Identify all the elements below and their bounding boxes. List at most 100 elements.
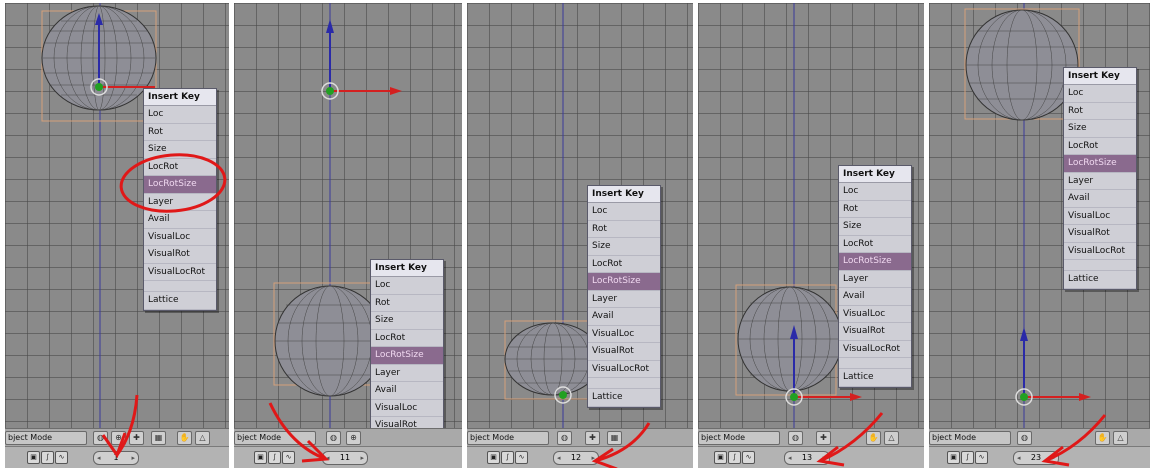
window-type-icon[interactable]: ▣ xyxy=(254,451,267,464)
object-center[interactable] xyxy=(1020,393,1028,401)
insert-key-menu[interactable]: Insert Key Loc Rot Size LocRot LocRotSiz… xyxy=(838,165,912,388)
curve-icon[interactable]: ∿ xyxy=(282,451,295,464)
menu-item-avail[interactable]: Avail xyxy=(371,382,443,400)
menu-item-rot[interactable]: Rot xyxy=(371,295,443,312)
menu-item-visualloc[interactable]: VisualLoc xyxy=(144,229,216,246)
menu-item-locrotsize[interactable]: LocRotSize xyxy=(144,176,216,194)
insert-key-menu[interactable]: Insert Key Loc Rot Size LocRot LocRotSiz… xyxy=(143,88,217,311)
menu-item-visualloc[interactable]: VisualLoc xyxy=(1064,208,1136,225)
insert-key-menu[interactable]: Insert Key Loc Rot Size LocRot LocRotSiz… xyxy=(1063,67,1137,290)
viewport-panel-5[interactable]: Insert Key Loc Rot Size LocRot LocRotSiz… xyxy=(929,3,1150,468)
menu-item-size[interactable]: Size xyxy=(588,238,660,256)
menu-item-visualrot[interactable]: VisualRot xyxy=(144,246,216,264)
object-center[interactable] xyxy=(559,391,567,399)
viewport-panel-1[interactable]: Insert Key Loc Rot Size LocRot LocRotSiz… xyxy=(5,3,229,468)
mode-select[interactable]: bject Mode xyxy=(929,431,1011,445)
window-type-icon[interactable]: ▣ xyxy=(714,451,727,464)
menu-item-lattice[interactable]: Lattice xyxy=(1064,271,1136,289)
menu-item-loc[interactable]: Loc xyxy=(371,277,443,295)
menu-item-avail[interactable]: Avail xyxy=(839,288,911,306)
viewport-panel-4[interactable]: Insert Key Loc Rot Size LocRot LocRotSiz… xyxy=(698,3,924,468)
menu-item-visualloc[interactable]: VisualLoc xyxy=(588,326,660,343)
menu-item-lattice[interactable]: Lattice xyxy=(839,369,911,387)
menu-item-loc[interactable]: Loc xyxy=(588,203,660,221)
menu-item-visuallocrot[interactable]: VisualLocRot xyxy=(1064,243,1136,260)
object-center[interactable] xyxy=(95,83,103,91)
menu-item-rot[interactable]: Rot xyxy=(839,201,911,218)
menu-item-layer[interactable]: Layer xyxy=(588,291,660,308)
manipulator-icon[interactable]: ✚ xyxy=(129,431,144,445)
mode-select[interactable]: bject Mode xyxy=(698,431,780,445)
window-type-icon[interactable]: ▣ xyxy=(947,451,960,464)
curve-icon[interactable]: ∿ xyxy=(515,451,528,464)
menu-item-layer[interactable]: Layer xyxy=(371,365,443,382)
menu-item-rot[interactable]: Rot xyxy=(144,124,216,141)
menu-item-visuallocrot[interactable]: VisualLocRot xyxy=(839,341,911,358)
menu-item-locrot[interactable]: LocRot xyxy=(144,159,216,176)
ipo-icon[interactable]: ∫ xyxy=(961,451,974,464)
menu-item-loc[interactable]: Loc xyxy=(839,183,911,201)
curve-icon[interactable]: ∿ xyxy=(55,451,68,464)
view-icon[interactable]: ◍ xyxy=(557,431,572,445)
menu-item-locrot[interactable]: LocRot xyxy=(1064,138,1136,155)
mode-select[interactable]: bject Mode xyxy=(467,431,549,445)
mode-select[interactable]: bject Mode xyxy=(234,431,316,445)
current-frame-field[interactable]: ◂ 12 ▸ xyxy=(553,451,599,465)
view-icon[interactable]: ◍ xyxy=(788,431,803,445)
menu-item-layer[interactable]: Layer xyxy=(144,194,216,211)
menu-item-size[interactable]: Size xyxy=(1064,120,1136,138)
menu-item-size[interactable]: Size xyxy=(371,312,443,330)
menu-item-visualrot[interactable]: VisualRot xyxy=(588,343,660,361)
pivot-icon[interactable]: ⊕ xyxy=(111,431,126,445)
menu-item-visuallocrot[interactable]: VisualLocRot xyxy=(588,361,660,378)
hand-icon[interactable]: ✋ xyxy=(177,431,192,445)
menu-item-locrotsize[interactable]: LocRotSize xyxy=(839,253,911,271)
menu-item-locrot[interactable]: LocRot xyxy=(588,256,660,273)
manipulator-icon[interactable]: ✚ xyxy=(585,431,600,445)
menu-item-locrotsize[interactable]: LocRotSize xyxy=(588,273,660,291)
viewport-panel-3[interactable]: Insert Key Loc Rot Size LocRot LocRotSiz… xyxy=(467,3,693,468)
object-center[interactable] xyxy=(790,393,798,401)
camera-icon[interactable]: △ xyxy=(884,431,899,445)
camera-icon[interactable]: △ xyxy=(1113,431,1128,445)
hand-icon[interactable]: ✋ xyxy=(1095,431,1110,445)
menu-item-rot[interactable]: Rot xyxy=(1064,103,1136,120)
object-center[interactable] xyxy=(326,87,334,95)
menu-item-visualrot[interactable]: VisualRot xyxy=(1064,225,1136,243)
current-frame-field[interactable]: ◂ 11 ▸ xyxy=(322,451,368,465)
menu-item-avail[interactable]: Avail xyxy=(588,308,660,326)
curve-icon[interactable]: ∿ xyxy=(975,451,988,464)
menu-item-locrotsize[interactable]: LocRotSize xyxy=(1064,155,1136,173)
window-type-icon[interactable]: ▣ xyxy=(27,451,40,464)
menu-item-locrot[interactable]: LocRot xyxy=(839,236,911,253)
ipo-icon[interactable]: ∫ xyxy=(268,451,281,464)
ipo-icon[interactable]: ∫ xyxy=(41,451,54,464)
menu-item-lattice[interactable]: Lattice xyxy=(588,389,660,407)
hand-icon[interactable]: ✋ xyxy=(866,431,881,445)
pivot-icon[interactable]: ⊕ xyxy=(346,431,361,445)
menu-item-avail[interactable]: Avail xyxy=(144,211,216,229)
current-frame-field[interactable]: ◂ 1 ▸ xyxy=(93,451,139,465)
menu-item-size[interactable]: Size xyxy=(144,141,216,159)
ipo-icon[interactable]: ∫ xyxy=(728,451,741,464)
layer-icon[interactable]: ▦ xyxy=(151,431,166,445)
menu-item-loc[interactable]: Loc xyxy=(1064,85,1136,103)
menu-item-visualloc[interactable]: VisualLoc xyxy=(371,400,443,417)
curve-icon[interactable]: ∿ xyxy=(742,451,755,464)
menu-item-size[interactable]: Size xyxy=(839,218,911,236)
menu-item-locrotsize[interactable]: LocRotSize xyxy=(371,347,443,365)
camera-icon[interactable]: △ xyxy=(195,431,210,445)
current-frame-field[interactable]: ◂ 23 ▸ xyxy=(1013,451,1059,465)
menu-item-visualloc[interactable]: VisualLoc xyxy=(839,306,911,323)
window-type-icon[interactable]: ▣ xyxy=(487,451,500,464)
menu-item-visualrot[interactable]: VisualRot xyxy=(839,323,911,341)
manipulator-icon[interactable]: ✚ xyxy=(816,431,831,445)
viewport-panel-2[interactable]: Insert Key Loc Rot Size LocRot LocRotSiz… xyxy=(234,3,462,468)
menu-item-locrot[interactable]: LocRot xyxy=(371,330,443,347)
menu-item-lattice[interactable]: Lattice xyxy=(144,292,216,310)
current-frame-field[interactable]: ◂ 13 ▸ xyxy=(784,451,830,465)
layer-icon[interactable]: ▦ xyxy=(607,431,622,445)
view-icon[interactable]: ◍ xyxy=(326,431,341,445)
menu-item-layer[interactable]: Layer xyxy=(1064,173,1136,190)
ipo-icon[interactable]: ∫ xyxy=(501,451,514,464)
